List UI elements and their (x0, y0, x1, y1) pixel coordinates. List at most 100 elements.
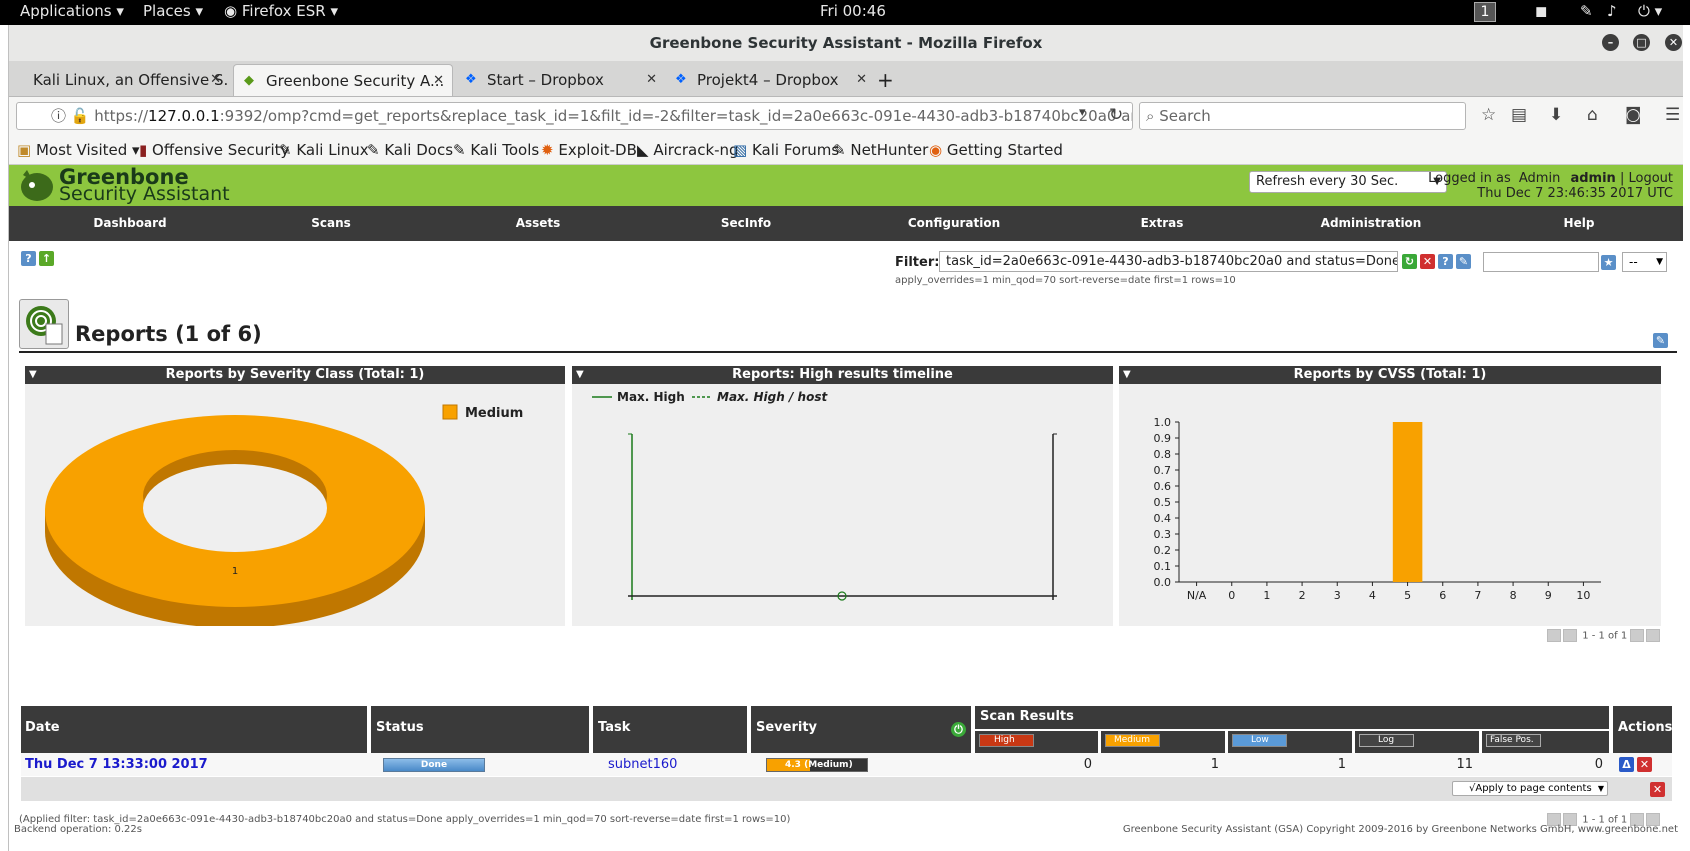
x-tick-label: N/A (1187, 589, 1207, 602)
filter-name-input[interactable] (1483, 252, 1599, 272)
separator: | (1619, 171, 1625, 186)
close-tab-icon[interactable]: ✕ (433, 65, 444, 96)
applications-menu[interactable]: Applications ▾ (20, 2, 124, 20)
home-icon[interactable]: ⌂ (1587, 105, 1598, 125)
low-count: 1 (1337, 757, 1346, 772)
tab-greenbone[interactable]: ◆ Greenbone Security A... ✕ (233, 64, 453, 96)
close-tab-icon[interactable]: ✕ (856, 64, 867, 96)
bookmark-star-icon[interactable]: ☆ (1481, 105, 1496, 125)
saved-filter-select[interactable]: -- ▼ (1622, 252, 1667, 272)
new-tab-button[interactable]: + (877, 64, 907, 96)
bookmark-label: NetHunter (850, 141, 929, 159)
bookmark-label: Exploit-DB (558, 141, 637, 159)
column-false-pos[interactable]: False Pos. (1480, 730, 1609, 753)
x-tick-label: 3 (1334, 589, 1341, 602)
menu-extras[interactable]: Extras (1141, 206, 1184, 241)
filter-input[interactable]: task_id=2a0e663c-091e-4430-adb3-b18740bc… (939, 251, 1398, 272)
collapse-icon[interactable]: ▼ (576, 366, 584, 384)
delete-report-icon[interactable]: ✕ (1637, 757, 1652, 772)
minimize-button[interactable]: – (1602, 34, 1619, 51)
bookmark-aircrack[interactable]: ◣ Aircrack-ng (637, 141, 739, 159)
pen-icon[interactable]: ✎ (1580, 2, 1593, 20)
reload-icon[interactable]: ↻ (1109, 105, 1123, 125)
edit-filter-icon[interactable]: ✎ (1456, 254, 1471, 269)
apply-select[interactable]: √Apply to page contents ▼ (1452, 781, 1608, 796)
column-high[interactable]: High (973, 730, 1098, 753)
refresh-select[interactable]: Refresh every 30 Sec. ▼ (1249, 171, 1447, 193)
column-log[interactable]: Log (1353, 730, 1479, 753)
close-tab-icon[interactable]: ✕ (210, 64, 221, 96)
url-bar[interactable]: ⓘ 🔓 https://127.0.0.1:9392/omp?cmd=get_r… (16, 102, 1133, 130)
bookmark-kali-linux[interactable]: ✎ Kali Linux (279, 141, 369, 159)
power-icon[interactable]: ⏻ ▾ (1638, 2, 1662, 20)
menu-secinfo[interactable]: SecInfo (721, 206, 771, 241)
reset-filter-icon[interactable]: ✕ (1420, 254, 1435, 269)
workspace-indicator[interactable]: 1 (1474, 2, 1496, 22)
severity-sort-icon[interactable]: ⏻ (951, 722, 966, 737)
column-scan-results: Scan Results (973, 706, 1609, 729)
save-filter-icon[interactable]: ★ (1601, 255, 1616, 270)
username-link[interactable]: admin (1570, 171, 1615, 186)
places-menu[interactable]: Places ▾ (143, 2, 203, 20)
menu-configuration[interactable]: Configuration (908, 206, 1000, 241)
bookmark-kali-tools[interactable]: ✎ Kali Tools (453, 141, 539, 159)
search-input[interactable]: ⌕ Search (1139, 102, 1466, 130)
column-low[interactable]: Low (1226, 730, 1352, 753)
library-icon[interactable]: ▤ (1511, 105, 1527, 125)
menu-scans[interactable]: Scans (311, 206, 351, 241)
bulk-delete-icon[interactable]: ✕ (1650, 782, 1665, 797)
menu-assets[interactable]: Assets (516, 206, 561, 241)
clock[interactable]: Fri 00:46 (820, 2, 886, 20)
url-rest: :9392/omp?cmd=get_reports&replace_task_i… (219, 107, 1132, 125)
bookmark-exploit-db[interactable]: ✹ Exploit-DB (541, 141, 637, 159)
column-actions: Actions (1611, 706, 1672, 753)
bookmark-kali-docs[interactable]: ✎ Kali Docs (367, 141, 453, 159)
bookmark-offensive-security[interactable]: ▮ Offensive Security (139, 141, 289, 159)
bookmark-kali-forums[interactable]: ▧ Kali Forums (733, 141, 839, 159)
column-severity[interactable]: Severity ⏻ (749, 706, 971, 753)
collapse-icon[interactable]: ▼ (29, 366, 37, 384)
last-page-icon[interactable] (1646, 629, 1661, 642)
report-date-link[interactable]: Thu Dec 7 13:33:00 2017 (25, 757, 208, 772)
refresh-filter-icon[interactable]: ↻ (1402, 254, 1417, 269)
maximize-button[interactable]: □ (1633, 34, 1650, 51)
prev-page-icon[interactable] (1563, 629, 1577, 642)
volume-icon[interactable]: ♪ (1607, 2, 1617, 20)
column-status[interactable]: Status (369, 706, 589, 753)
close-tab-icon[interactable]: ✕ (646, 64, 657, 96)
dropbox-icon: ❖ (465, 72, 477, 87)
video-icon[interactable]: ◼ (1535, 2, 1547, 20)
pocket-icon[interactable]: ◙ (1625, 105, 1642, 125)
task-link[interactable]: subnet160 (608, 757, 677, 772)
y-tick-label: 0.2 (1154, 544, 1172, 557)
dashboard-edit-icon[interactable]: ✎ (1653, 333, 1668, 348)
bookmark-most-visited[interactable]: ▣ Most Visited ▾ (17, 141, 140, 159)
column-date[interactable]: Date (21, 706, 367, 753)
insecure-lock-icon[interactable]: 🔓 (71, 107, 90, 125)
bookmark-nethunter[interactable]: ✎ NetHunter (833, 141, 928, 159)
menu-icon[interactable]: ☰ (1665, 105, 1680, 125)
tab-kali-linux[interactable]: Kali Linux, an Offensive S... ✕ (19, 64, 229, 96)
download-icon[interactable]: ⬇ (1549, 105, 1563, 125)
upload-icon[interactable]: ↑ (39, 251, 54, 266)
tab-dropbox-start[interactable]: ❖ Start – Dropbox ✕ (455, 64, 665, 96)
menu-help[interactable]: Help (1564, 206, 1595, 241)
menu-administration[interactable]: Administration (1321, 206, 1422, 241)
logout-link[interactable]: Logout (1628, 171, 1673, 186)
next-page-icon[interactable] (1630, 629, 1645, 642)
first-page-icon[interactable] (1547, 629, 1561, 642)
tab-dropbox-projekt4[interactable]: ❖ Projekt4 – Dropbox ✕ (665, 64, 875, 96)
collapse-icon[interactable]: ▼ (1123, 366, 1131, 384)
close-window-button[interactable]: ✕ (1665, 34, 1682, 51)
info-icon[interactable]: ⓘ (51, 107, 66, 125)
column-task[interactable]: Task (591, 706, 747, 753)
help-icon[interactable]: ? (21, 251, 36, 266)
bookmark-getting-started[interactable]: ◉ Getting Started (929, 141, 1063, 159)
delta-report-icon[interactable]: Δ (1619, 757, 1634, 772)
menu-dashboard[interactable]: Dashboard (93, 206, 166, 241)
medium-badge: Medium (1105, 734, 1160, 747)
firefox-app-menu[interactable]: ◉ Firefox ESR ▾ (224, 2, 338, 20)
column-medium[interactable]: Medium (1099, 730, 1225, 753)
filter-help-icon[interactable]: ? (1438, 254, 1453, 269)
url-dropdown-icon[interactable]: ▾ (1079, 105, 1086, 120)
